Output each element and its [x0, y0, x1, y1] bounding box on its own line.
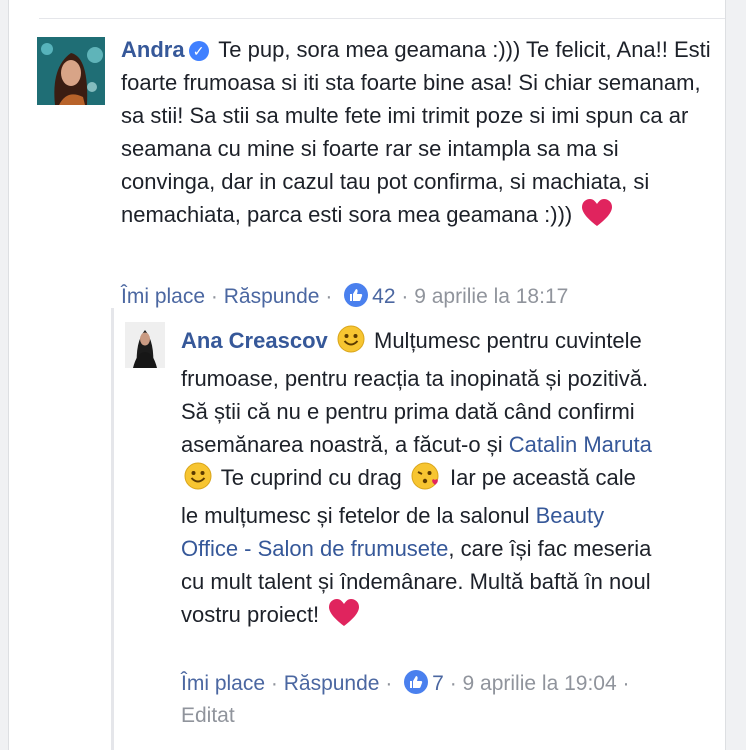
avatar[interactable] — [37, 37, 105, 105]
smiley-icon — [337, 325, 365, 362]
separator-dot: · — [270, 672, 278, 695]
reply-actions: Îmi place · Răspunde · 7 · 9 aprilie la … — [181, 668, 651, 732]
like-link[interactable]: Îmi place — [181, 672, 265, 695]
like-link[interactable]: Îmi place — [121, 285, 205, 308]
divider — [39, 18, 725, 19]
avatar[interactable] — [125, 322, 165, 368]
comments-panel: Andra ✓ Te pup, sora mea geamana :))) Te … — [8, 0, 726, 750]
separator-dot: · — [210, 285, 218, 308]
reply-body-part: Te cuprind cu drag — [220, 465, 402, 490]
separator-dot: · — [449, 672, 457, 695]
like-reaction-icon[interactable] — [404, 670, 429, 694]
like-reaction-icon[interactable] — [344, 283, 369, 307]
red-heart-icon — [581, 199, 613, 236]
mention-link[interactable]: Catalin Maruta — [509, 432, 652, 457]
separator-dot: · — [401, 285, 409, 308]
comment-text: Andra ✓ Te pup, sora mea geamana :))) Te … — [121, 33, 711, 236]
comment-body: Te pup, sora mea geamana :))) Te felicit… — [121, 37, 711, 227]
edited-label: Editat — [181, 704, 235, 727]
separator-dot: · — [385, 672, 393, 695]
reply-author[interactable]: Ana Creascov — [181, 328, 328, 353]
avatar-photo-icon — [125, 322, 165, 368]
reply-timestamp[interactable]: 9 aprilie la 19:04 — [463, 672, 617, 695]
separator-dot: · — [622, 672, 630, 695]
comment-author[interactable]: Andra — [121, 37, 185, 62]
red-heart-icon — [328, 599, 360, 636]
comment-timestamp[interactable]: 9 aprilie la 18:17 — [414, 285, 568, 308]
reply-link[interactable]: Răspunde — [224, 285, 320, 308]
kiss-emoji-icon — [411, 462, 441, 499]
avatar-photo-icon — [37, 37, 105, 105]
reaction-count[interactable]: 7 — [432, 672, 444, 695]
smiley-icon — [184, 462, 212, 499]
separator-dot: · — [325, 285, 333, 308]
comment-actions: Îmi place · Răspunde · 42 · 9 aprilie la… — [121, 281, 568, 313]
reply-text: Ana Creascov Mulțumesc pentru cuvintele … — [181, 324, 659, 636]
reply-thread-line — [111, 308, 114, 750]
reply-link[interactable]: Răspunde — [284, 672, 380, 695]
verified-check-icon: ✓ — [188, 41, 209, 61]
reaction-count[interactable]: 42 — [372, 285, 395, 308]
